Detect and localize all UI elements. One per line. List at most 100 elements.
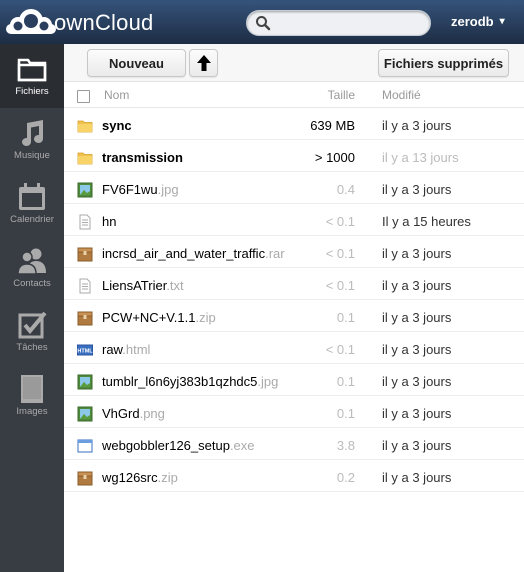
nav-item-images[interactable]: Images: [0, 364, 64, 428]
chevron-down-icon: ▾: [499, 16, 505, 27]
deleted-files-button[interactable]: Fichiers supprimés: [378, 49, 509, 77]
cloud-logo-icon: [6, 9, 56, 34]
file-modified-date: Il y a 15 heures: [382, 214, 471, 229]
file-modified-date: il y a 3 jours: [382, 118, 452, 133]
file-size: < 0.1: [325, 214, 355, 229]
file-basename: FV6F1wu: [102, 182, 158, 197]
file-row[interactable]: incrsd_air_and_water_traffic.rar < 0.1 il …: [64, 236, 524, 268]
file-basename: hn: [102, 214, 117, 229]
nav-label-calendar: Calendrier: [10, 214, 54, 225]
header-bar: ownCloud zerodb ▾: [0, 0, 524, 44]
file-name[interactable]: PCW+NC+V.1.1.zip: [102, 310, 216, 325]
file-size: 0.1: [336, 406, 355, 421]
file-name[interactable]: transmission: [102, 150, 183, 165]
file-extension: .jpg: [157, 182, 179, 197]
file-row[interactable]: transmission > 1000 il y a 13 jours: [64, 140, 524, 172]
file-list-header: Nom Taille Modifié: [64, 83, 524, 108]
file-modified-date: il y a 3 jours: [382, 406, 452, 421]
file-size: 3.8: [336, 438, 355, 453]
people-icon: [17, 248, 46, 275]
file-extension: .jpg: [257, 374, 279, 389]
file-size: 0.2: [336, 470, 355, 485]
file-extension: .txt: [166, 278, 184, 293]
file-size: < 0.1: [325, 278, 355, 293]
owncloud-logo[interactable]: ownCloud: [5, 4, 153, 40]
file-extension: .zip: [157, 470, 178, 485]
nav-item-music[interactable]: Musique: [0, 108, 64, 172]
select-all-checkbox[interactable]: [77, 90, 90, 103]
image-icon: [21, 375, 43, 403]
nav-label-tasks: Tâches: [16, 342, 48, 353]
file-row[interactable]: PCW+NC+V.1.1.zip 0.1 il y a 3 jours: [64, 300, 524, 332]
column-header-modified[interactable]: Modifié: [382, 88, 421, 102]
file-row[interactable]: LiensATrier.txt < 0.1 il y a 3 jours: [64, 268, 524, 300]
folder-icon: [77, 150, 93, 166]
nav-item-tasks[interactable]: Tâches: [0, 300, 64, 364]
calendar-icon: [19, 183, 45, 210]
text-file-icon: [77, 214, 93, 230]
file-modified-date: il y a 3 jours: [382, 470, 452, 485]
file-name[interactable]: incrsd_air_and_water_traffic.rar: [102, 246, 285, 261]
file-name[interactable]: LiensATrier.txt: [102, 278, 184, 293]
file-extension: .exe: [229, 438, 255, 453]
nav-label-images: Images: [16, 406, 48, 417]
file-basename: sync: [102, 118, 132, 133]
new-button[interactable]: Nouveau: [87, 49, 186, 77]
user-menu[interactable]: zerodb ▾: [451, 14, 505, 29]
nav-item-files[interactable]: Fichiers: [0, 44, 64, 108]
file-extension: .html: [122, 342, 151, 357]
file-name[interactable]: FV6F1wu.jpg: [102, 182, 179, 197]
column-header-size[interactable]: Taille: [328, 88, 355, 102]
file-name[interactable]: sync: [102, 118, 132, 133]
file-size: < 0.1: [325, 246, 355, 261]
file-size: 0.1: [336, 374, 355, 389]
file-size: < 0.1: [325, 342, 355, 357]
file-row[interactable]: wg126src.zip 0.2 il y a 3 jours: [64, 460, 524, 492]
file-modified-date: il y a 3 jours: [382, 438, 452, 453]
file-name[interactable]: wg126src.zip: [102, 470, 178, 485]
music-note-icon: [22, 120, 43, 146]
file-size: > 1000: [314, 150, 355, 165]
file-name[interactable]: raw.html: [102, 342, 150, 357]
checkbox-icon: [18, 311, 47, 339]
file-modified-date: il y a 3 jours: [382, 374, 452, 389]
file-row[interactable]: HTML raw.html < 0.1 il y a 3 jours: [64, 332, 524, 364]
file-row[interactable]: hn < 0.1 Il y a 15 heures: [64, 204, 524, 236]
file-modified-date: il y a 3 jours: [382, 310, 452, 325]
nav-label-files: Fichiers: [15, 86, 49, 97]
file-row[interactable]: tumblr_l6n6yj383b1qzhdc5.jpg 0.1 il y a 3 …: [64, 364, 524, 396]
html-file-icon: HTML: [77, 342, 93, 358]
file-modified-date: il y a 3 jours: [382, 246, 452, 261]
file-name[interactable]: hn: [102, 214, 116, 229]
image-file-icon: [77, 374, 93, 390]
file-modified-date: il y a 13 jours: [382, 150, 459, 165]
file-name[interactable]: VhGrd.png: [102, 406, 165, 421]
file-row[interactable]: sync 639 MB il y a 3 jours: [64, 108, 524, 140]
folder-icon: [17, 58, 47, 82]
file-name[interactable]: webgobbler126_setup.exe: [102, 438, 255, 453]
nav-item-calendar[interactable]: Calendrier: [0, 172, 64, 236]
nav-item-contacts[interactable]: Contacts: [0, 236, 64, 300]
file-modified-date: il y a 3 jours: [382, 342, 452, 357]
upload-button[interactable]: [189, 49, 218, 77]
file-extension: .zip: [195, 310, 216, 325]
search-input[interactable]: [246, 10, 431, 36]
file-basename: webgobbler126_setup: [102, 438, 230, 453]
file-row[interactable]: FV6F1wu.jpg 0.4 il y a 3 jours: [64, 172, 524, 204]
file-basename: tumblr_l6n6yj383b1qzhdc5: [102, 374, 258, 389]
file-basename: incrsd_air_and_water_traffic: [102, 246, 266, 261]
nav-label-contacts: Contacts: [13, 278, 51, 289]
column-header-name[interactable]: Nom: [104, 88, 129, 102]
folder-icon: [77, 118, 93, 134]
archive-file-icon: [77, 310, 93, 326]
file-size: 639 MB: [310, 118, 355, 133]
file-list-body: sync 639 MB il y a 3 jours transmission > 10…: [64, 108, 524, 492]
controls-bar: Nouveau Fichiers supprimés: [64, 44, 524, 82]
logo-text: ownCloud: [54, 10, 154, 35]
archive-file-icon: [77, 470, 93, 486]
file-extension: .rar: [265, 246, 285, 261]
file-row[interactable]: webgobbler126_setup.exe 3.8 il y a 3 jours: [64, 428, 524, 460]
image-file-icon: [77, 182, 93, 198]
file-row[interactable]: VhGrd.png 0.1 il y a 3 jours: [64, 396, 524, 428]
file-name[interactable]: tumblr_l6n6yj383b1qzhdc5.jpg: [102, 374, 278, 389]
